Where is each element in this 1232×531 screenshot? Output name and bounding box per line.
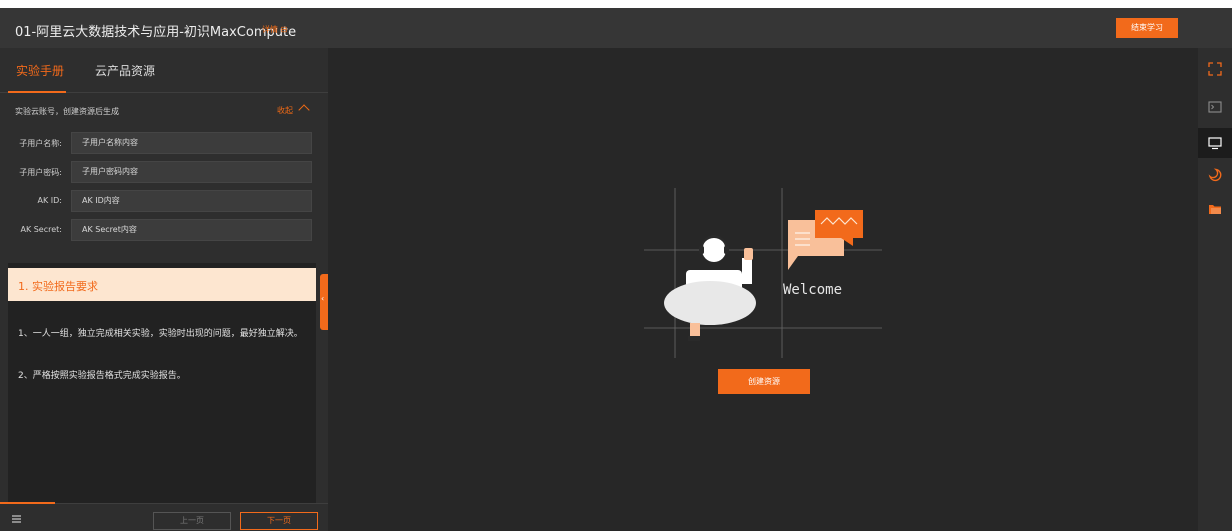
collapse-toggle[interactable]: 收起 [277, 105, 293, 116]
collapse-panel-handle[interactable]: ‹ [320, 274, 328, 330]
next-page-button[interactable]: 下一页 [240, 512, 318, 530]
tool-rail [1198, 48, 1232, 531]
ak-secret-field[interactable]: AK Secret内容 [71, 219, 312, 241]
chevron-left-icon: ‹ [321, 294, 325, 303]
manual-content: 1. 实验报告要求 1、一人一组，独立完成相关实验，实验时出现的问题，最好独立解… [8, 263, 316, 511]
fullscreen-icon[interactable] [1198, 54, 1232, 84]
terminal-icon[interactable] [1198, 92, 1232, 122]
section-header: 1. 实验报告要求 [8, 268, 316, 301]
active-tab-indicator [8, 91, 66, 93]
sub-user-password-label: 子用户密码: [19, 168, 62, 177]
sub-user-password-field[interactable]: 子用户密码内容 [71, 161, 312, 183]
panel-tabs: 实验手册 云产品资源 [0, 48, 328, 93]
desktop-icon[interactable] [1198, 128, 1232, 158]
lab-window: 01-阿里云大数据技术与应用-初识MaxCompute 详情 ⊟ 结束学习 实验… [0, 8, 1232, 531]
top-bar: 01-阿里云大数据技术与应用-初识MaxCompute 详情 ⊟ 结束学习 [0, 8, 1232, 48]
create-resource-button[interactable]: 创建资源 [718, 369, 810, 394]
reading-progress [0, 502, 55, 504]
welcome-text: Welcome [783, 282, 843, 298]
prev-page-button[interactable]: 上一页 [153, 512, 231, 530]
account-note: 实验云账号，创建资源后生成 [15, 107, 119, 116]
ak-id-label: AK ID: [37, 196, 62, 205]
workspace: Welcome 创建资源 [328, 48, 1198, 531]
folder-icon[interactable] [1198, 194, 1232, 224]
sub-user-name-field[interactable]: 子用户名称内容 [71, 132, 312, 154]
requirement-paragraph: 2、严格按照实验报告格式完成实验报告。 [18, 371, 186, 381]
tab-cloud-resources[interactable]: 云产品资源 [95, 62, 155, 79]
manual-panel: 实验手册 云产品资源 实验云账号，创建资源后生成 收起 子用户名称: 子用户名称… [0, 48, 328, 531]
sub-user-name-label: 子用户名称: [19, 139, 62, 148]
ak-id-field[interactable]: AK ID内容 [71, 190, 312, 212]
welcome-illustration [644, 188, 882, 358]
catalog-icon[interactable] [12, 515, 21, 523]
detail-link[interactable]: 详情 ⊟ [262, 24, 287, 35]
moon-icon[interactable] [1198, 160, 1232, 190]
pager: 上一页 下一页 [0, 502, 328, 531]
ak-secret-label: AK Secret: [20, 225, 62, 234]
section-title: 1. 实验报告要求 [18, 280, 98, 293]
end-study-button[interactable]: 结束学习 [1116, 18, 1178, 38]
chevron-up-icon[interactable] [298, 104, 310, 116]
course-title: 01-阿里云大数据技术与应用-初识MaxCompute [15, 25, 297, 40]
requirement-paragraph: 1、一人一组，独立完成相关实验，实验时出现的问题，最好独立解决。 [18, 329, 303, 339]
tab-lab-manual[interactable]: 实验手册 [16, 62, 64, 79]
